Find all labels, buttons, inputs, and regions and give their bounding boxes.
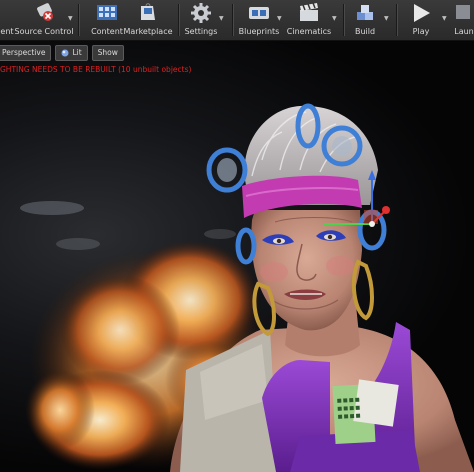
- blueprints-label: Blueprints: [238, 27, 280, 36]
- perspective-button[interactable]: Perspective: [0, 45, 52, 61]
- main-toolbar: ent Source Control ▼ Content Marketplace: [0, 0, 474, 41]
- content-button[interactable]: Content: [88, 0, 126, 40]
- show-flags-button[interactable]: Show: [91, 45, 124, 61]
- source-control-label: Source Control: [14, 27, 74, 36]
- play-dropdown-icon[interactable]: ▼: [442, 15, 447, 22]
- launch-icon: [456, 5, 470, 19]
- view-mode-lit-button[interactable]: Lit: [55, 45, 88, 61]
- marketplace-label: Marketplace: [123, 27, 173, 36]
- settings-button[interactable]: Settings: [182, 0, 220, 40]
- toolbar-separator: [396, 4, 397, 36]
- play-label: Play: [412, 27, 430, 36]
- launch-label: Laun: [454, 27, 474, 36]
- cinematics-dropdown-icon[interactable]: ▼: [332, 15, 337, 22]
- viewport-toolbar: Perspective Lit Show: [0, 45, 124, 61]
- lit-label: Lit: [72, 48, 82, 57]
- launch-button[interactable]: Laun: [454, 0, 474, 40]
- build-dropdown-icon[interactable]: ▼: [384, 15, 389, 22]
- blueprints-button[interactable]: Blueprints: [238, 0, 280, 40]
- cinematics-button[interactable]: Cinematics: [286, 0, 332, 40]
- marketplace-button[interactable]: Marketplace: [123, 0, 173, 40]
- play-icon: [414, 4, 430, 22]
- settings-dropdown-icon[interactable]: ▼: [219, 15, 224, 22]
- blueprints-icon: [249, 7, 269, 19]
- toolbar-cut-label: ent: [0, 27, 14, 36]
- clapperboard-icon: [300, 2, 318, 21]
- build-button[interactable]: Build: [350, 0, 380, 40]
- lighting-rebuild-warning: GHTING NEEDS TO BE REBUILT (10 unbuilt o…: [0, 65, 192, 74]
- level-viewport[interactable]: Perspective Lit Show GHTING NEEDS TO BE …: [0, 41, 474, 472]
- settings-label: Settings: [184, 27, 218, 36]
- gear-icon: [191, 3, 211, 23]
- build-icon: [357, 5, 373, 20]
- source-control-dropdown-icon[interactable]: ▼: [68, 15, 73, 22]
- cinematics-label: Cinematics: [286, 27, 332, 36]
- toolbar-separator: [78, 4, 79, 36]
- content-label: Content: [91, 27, 123, 36]
- toolbar-cut-button[interactable]: ent: [0, 0, 14, 40]
- build-label: Build: [354, 27, 376, 36]
- toolbar-separator: [343, 4, 344, 36]
- content-browser-icon: [97, 5, 117, 20]
- unknown-icon: [0, 2, 14, 24]
- marketplace-icon: [141, 3, 155, 20]
- perspective-label: Perspective: [2, 48, 46, 57]
- play-button[interactable]: Play: [406, 0, 436, 40]
- source-control-button[interactable]: Source Control: [14, 0, 74, 40]
- toolbar-separator: [232, 4, 233, 36]
- lit-sphere-icon: [61, 49, 69, 57]
- source-control-icon: [37, 3, 53, 21]
- show-label: Show: [97, 48, 118, 57]
- blueprints-dropdown-icon[interactable]: ▼: [277, 15, 282, 22]
- viewport-scene: [20, 103, 474, 472]
- toolbar-separator: [178, 4, 179, 36]
